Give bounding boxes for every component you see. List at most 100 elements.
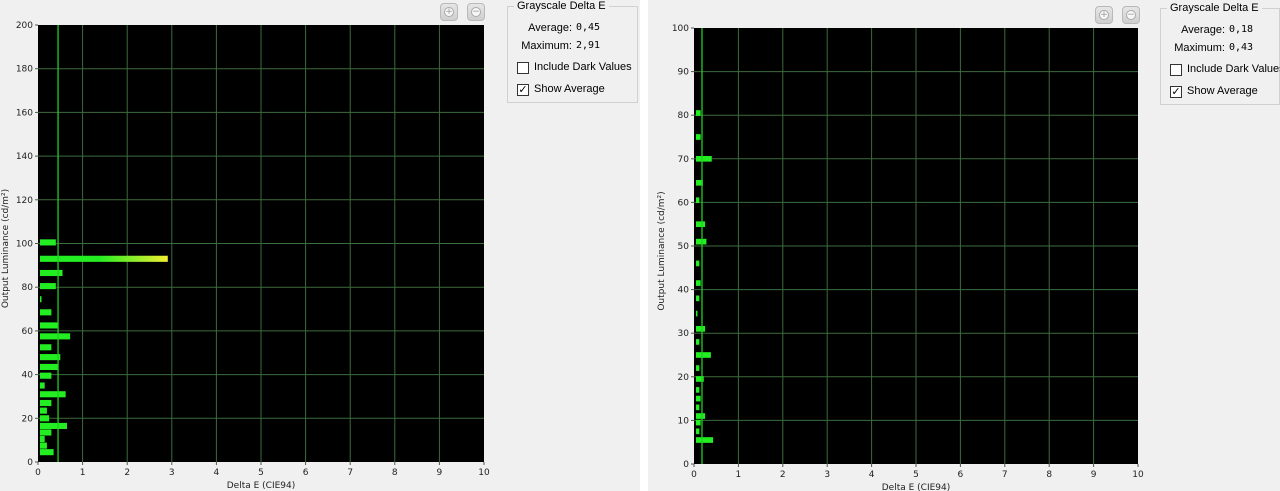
chart-panel-left: 0 1 2 3 4 5 6 7 8 9 10 0 20 40 60 80 100 120 140 160 180 200 D… bbox=[0, 0, 640, 491]
show-average-box[interactable]: ✓ bbox=[1170, 86, 1182, 98]
delta-e-bar bbox=[696, 413, 706, 419]
x-tick-label: 7 bbox=[1002, 470, 1008, 480]
delta-e-bar bbox=[696, 352, 711, 358]
maximum-row: Maximum: 0,43 bbox=[1161, 42, 1280, 58]
delta-e-bar bbox=[696, 437, 714, 443]
y-tick-label: 120 bbox=[16, 196, 33, 206]
maximum-label: Maximum: bbox=[1174, 42, 1225, 54]
y-tick-label: 30 bbox=[678, 329, 690, 339]
average-label: Average: bbox=[528, 22, 572, 34]
zoom-in-icon: + bbox=[444, 7, 454, 17]
zoom-in-button[interactable]: + bbox=[1095, 6, 1113, 24]
include-dark-values-label: Include Dark Values bbox=[534, 61, 632, 73]
y-tick-label: 160 bbox=[16, 108, 33, 118]
y-tick-label: 0 bbox=[683, 460, 689, 470]
average-value: 0,18 bbox=[1229, 24, 1254, 35]
include-dark-values-box[interactable] bbox=[517, 62, 529, 74]
y-tick-label: 100 bbox=[672, 24, 689, 34]
delta-e-bar bbox=[696, 428, 700, 435]
delta-e-bar bbox=[40, 422, 67, 430]
delta-e-bar bbox=[696, 404, 700, 411]
zoom-out-button[interactable]: − bbox=[1122, 6, 1140, 24]
delta-e-bar bbox=[40, 449, 54, 456]
group-title: Grayscale Delta E bbox=[1167, 2, 1262, 14]
x-tick-label: 2 bbox=[124, 468, 130, 478]
include-dark-values-box[interactable] bbox=[1170, 64, 1182, 76]
delta-e-bar bbox=[696, 134, 701, 140]
delta-e-bar bbox=[40, 309, 52, 316]
x-axis-label: Delta E (CIE94) bbox=[882, 483, 951, 491]
delta-e-bar bbox=[40, 269, 63, 277]
maximum-value: 0,43 bbox=[1229, 42, 1254, 53]
y-tick-label: 10 bbox=[678, 416, 690, 426]
y-axis-label: Output Luminance (cd/m²) bbox=[1, 189, 11, 308]
x-tick-label: 6 bbox=[958, 470, 964, 480]
show-average-label: Show Average bbox=[1187, 85, 1258, 97]
delta-e-bar bbox=[696, 310, 698, 317]
y-tick-label: 80 bbox=[678, 111, 690, 121]
x-tick-label: 10 bbox=[1132, 470, 1144, 480]
delta-e-bar bbox=[696, 365, 700, 371]
delta-e-bar bbox=[40, 354, 61, 361]
average-row: Average: 0,45 bbox=[508, 22, 628, 38]
x-tick-label: 8 bbox=[1046, 470, 1052, 480]
x-tick-label: 9 bbox=[437, 468, 443, 478]
y-tick-label: 40 bbox=[678, 286, 690, 296]
y-tick-label: 20 bbox=[22, 414, 34, 424]
delta-e-bar bbox=[40, 333, 71, 340]
y-tick-label: 80 bbox=[22, 283, 34, 293]
x-tick-label: 0 bbox=[691, 470, 697, 480]
y-tick-label: 140 bbox=[16, 152, 33, 162]
average-row: Average: 0,18 bbox=[1161, 24, 1280, 40]
chart-panel-right: 0 1 2 3 4 5 6 7 8 9 10 0 10 20 30 40 50 60 70 80 90 100 Delta … bbox=[648, 0, 1280, 491]
zoom-in-icon: + bbox=[1099, 10, 1109, 20]
x-tick-label: 1 bbox=[736, 470, 742, 480]
y-tick-label: 60 bbox=[22, 327, 34, 337]
delta-e-bar bbox=[40, 391, 66, 398]
y-axis-label: Output Luminance (cd/m²) bbox=[657, 191, 667, 310]
delta-e-bar bbox=[696, 221, 706, 228]
delta-e-bar bbox=[696, 110, 701, 116]
panel-separator bbox=[640, 0, 648, 491]
delta-e-bar bbox=[40, 239, 56, 246]
delta-e-bar bbox=[40, 429, 52, 436]
delta-e-bar bbox=[40, 372, 52, 379]
y-tick-label: 100 bbox=[16, 240, 33, 250]
y-tick-label: 50 bbox=[678, 242, 690, 252]
delta-e-bar bbox=[40, 322, 59, 329]
delta-e-bar bbox=[696, 295, 700, 302]
show-average-label: Show Average bbox=[534, 83, 605, 95]
y-tick-label: 70 bbox=[678, 155, 690, 165]
delta-e-bar bbox=[696, 326, 706, 332]
x-tick-label: 8 bbox=[392, 468, 398, 478]
y-tick-label: 180 bbox=[16, 65, 33, 75]
delta-e-bar bbox=[40, 442, 47, 449]
delta-e-bar bbox=[40, 363, 59, 371]
maximum-row: Maximum: 2,91 bbox=[508, 40, 628, 56]
average-value: 0,45 bbox=[576, 22, 601, 33]
x-tick-label: 1 bbox=[80, 468, 86, 478]
delta-e-bar bbox=[40, 399, 52, 407]
delta-e-bar bbox=[40, 344, 52, 351]
delta-e-bar bbox=[40, 415, 50, 422]
zoom-out-icon: − bbox=[471, 7, 481, 17]
delta-e-bar bbox=[696, 238, 707, 245]
x-axis-label: Delta E (CIE94) bbox=[227, 481, 296, 491]
maximum-value: 2,91 bbox=[576, 40, 601, 51]
x-tick-label: 10 bbox=[478, 468, 490, 478]
delta-e-bar bbox=[40, 407, 47, 414]
x-tick-label: 7 bbox=[347, 468, 353, 478]
average-label: Average: bbox=[1181, 24, 1225, 36]
x-tick-label: 5 bbox=[258, 468, 264, 478]
delta-e-bar bbox=[40, 296, 42, 303]
y-tick-label: 90 bbox=[678, 68, 690, 78]
x-tick-label: 6 bbox=[303, 468, 309, 478]
maximum-label: Maximum: bbox=[521, 40, 572, 52]
zoom-out-button[interactable]: − bbox=[467, 3, 485, 21]
delta-e-bar bbox=[696, 260, 700, 267]
zoom-in-button[interactable]: + bbox=[440, 3, 458, 21]
x-tick-label: 4 bbox=[869, 470, 875, 480]
y-tick-label: 200 bbox=[16, 21, 33, 31]
y-tick-label: 20 bbox=[678, 373, 690, 383]
show-average-box[interactable]: ✓ bbox=[517, 84, 529, 96]
